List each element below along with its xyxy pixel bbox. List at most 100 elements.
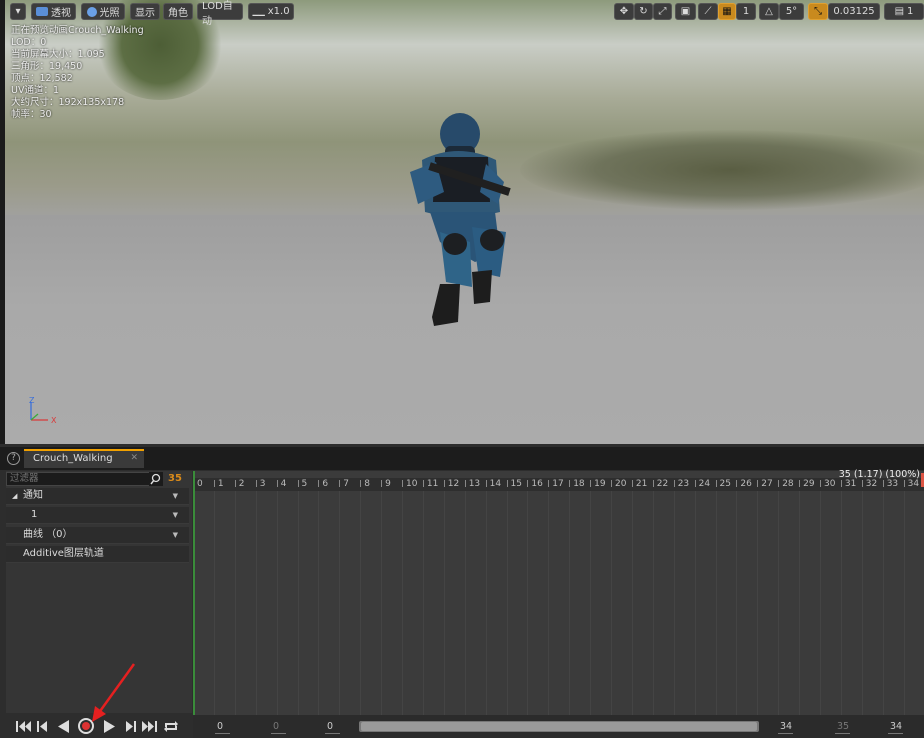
ruler-tick: 17 [548,480,563,489]
scale-snap-icon: ⤡ [814,6,822,17]
stat-frame-rate: 帧率：30 [11,109,52,120]
rotate-tool-button[interactable]: ↻ [634,3,653,20]
notify-track-1[interactable]: 1 ▼ [6,507,189,524]
collapse-triangle-icon[interactable]: ◢ [12,488,17,504]
working-end-field[interactable]: 34 [777,721,794,734]
translate-tool-button[interactable]: ✥ [614,3,634,20]
frame-grid-line [548,491,550,715]
ruler-tick: 14 [486,480,501,489]
notifies-track-header[interactable]: ◢ 通知 ▼ [6,488,189,505]
ruler-tick: 6 [318,480,328,489]
character-button[interactable]: 角色 [163,3,193,20]
stat-vertices: 顶点：12,582 [11,73,73,84]
ruler-tick: 23 [674,480,689,489]
frame-grid-line [611,491,612,715]
move-icon: ✥ [619,6,629,17]
frame-grid-line [757,491,759,715]
scale-snap-toggle[interactable]: ⤡ [808,3,828,20]
frame-grid-line [506,491,508,715]
skip-to-start-icon[interactable] [14,718,32,735]
range-end-field[interactable]: 35 [834,721,851,734]
tab-crouch-walking[interactable]: Crouch_Walking ✕ [24,449,144,468]
speed-icon: ▁▁ [252,7,265,16]
timeline-area[interactable] [193,471,924,715]
lit-sphere-icon [86,6,97,17]
ruler-tick: 21 [632,480,647,489]
frame-grid-line [422,491,424,715]
frame-ruler[interactable]: 0 1 2 3 4 5 6 7 8 9 10 11 12 13 14 15 16 17 18 19 20 21 22 23 24… [193,478,924,491]
filter-input[interactable]: 过滤器 [6,472,163,486]
character-model [410,113,511,326]
ruler-tick: 5 [298,480,308,489]
chevron-down-icon[interactable]: ▼ [173,507,178,523]
playback-speed-button[interactable]: ▁▁ x1.0 [248,3,294,20]
grid-snap-toggle[interactable]: ▦ [718,3,736,20]
scale-step-button[interactable]: 0.03125 [828,3,880,20]
chevron-down-icon: ▾ [15,6,21,17]
view-mode-button[interactable]: 光照 [81,3,125,20]
ruler-tick: 29 [799,480,814,489]
frame-grid-line [673,491,675,715]
loop-icon[interactable] [162,718,180,735]
ruler-tick: 2 [235,480,245,489]
lod-button[interactable]: LOD自动 [197,1,243,27]
close-icon[interactable]: ✕ [130,453,138,463]
ruler-tick: 16 [527,480,542,489]
viewport-options-button[interactable]: ▾ [10,3,26,20]
grid-step-button[interactable]: 1 [736,3,756,20]
rotation-step-button[interactable]: 5° [779,3,804,20]
frame-grid-line [736,491,738,715]
view-start-field[interactable]: 0 [214,721,231,734]
chevron-down-icon[interactable]: ▼ [173,527,178,543]
rotate-icon: ↻ [639,6,648,17]
frame-grid-line [339,491,341,715]
frame-grid-line [694,491,696,715]
chevron-down-icon[interactable]: ▼ [173,488,178,504]
search-icon[interactable] [149,472,163,486]
play-reverse-icon[interactable] [55,718,73,735]
scrollbar-thumb[interactable] [361,722,757,731]
frame-grid-line [402,491,403,715]
help-icon[interactable]: ? [7,452,20,465]
current-frame-number: 35 [168,473,182,484]
playhead[interactable] [193,471,195,715]
rotation-snap-toggle[interactable]: △ [759,3,779,20]
frame-grid-line [527,491,529,715]
frame-grid-line [903,491,905,715]
ruler-tick: 12 [444,480,459,489]
frame-grid-line [464,491,466,715]
coordinate-system-button[interactable]: ▣ [675,3,696,20]
stat-triangles: 三角形：19,450 [11,61,83,72]
camera-speed-button[interactable]: ▤ 1 [884,3,924,20]
ruler-tick: 3 [256,480,266,489]
ruler-tick: 4 [277,480,287,489]
surface-snapping-button[interactable]: ⟋ [698,3,718,20]
range-start-field[interactable]: 0 [270,721,287,734]
frame-grid-line [297,491,299,715]
frame-grid-line [590,491,592,715]
perspective-icon [36,7,48,16]
skip-to-end-icon[interactable] [141,718,159,735]
ruler-tick: 30 [820,480,835,489]
ruler-tick: 1 [214,480,224,489]
angle-icon: △ [765,6,773,17]
perspective-button[interactable]: 透视 [31,3,76,20]
stat-screen-size: 当前屏幕大小：1.095 [11,49,105,60]
timeline-scrollbar[interactable] [359,721,759,732]
scale-tool-button[interactable]: ⤢ [653,3,672,20]
curves-track-header[interactable]: 曲线 （0） ▼ [6,527,189,544]
playhead-label: 35 (1.17) (100%) [838,469,920,480]
ruler-tick: 28 [778,480,793,489]
additive-layer-track[interactable]: Additive图层轨道 [6,546,189,563]
stat-lod: LOD：0 [11,37,47,48]
step-back-icon[interactable] [34,718,52,735]
show-button[interactable]: 显示 [130,3,160,20]
working-start-field[interactable]: 0 [324,721,341,734]
frame-grid-line [360,491,362,715]
scale-icon: ⤢ [658,6,667,17]
frame-grid-line [569,491,571,715]
viewport-edge [0,0,5,444]
preview-viewport[interactable]: ▾ 透视 光照 显示 角色 LOD自动 ▁▁ x1.0 ✥ ↻ ⤢ ▣ ⟋ ▦ … [0,0,924,444]
view-end-field[interactable]: 34 [887,721,904,734]
ruler-tick: 20 [611,480,626,489]
